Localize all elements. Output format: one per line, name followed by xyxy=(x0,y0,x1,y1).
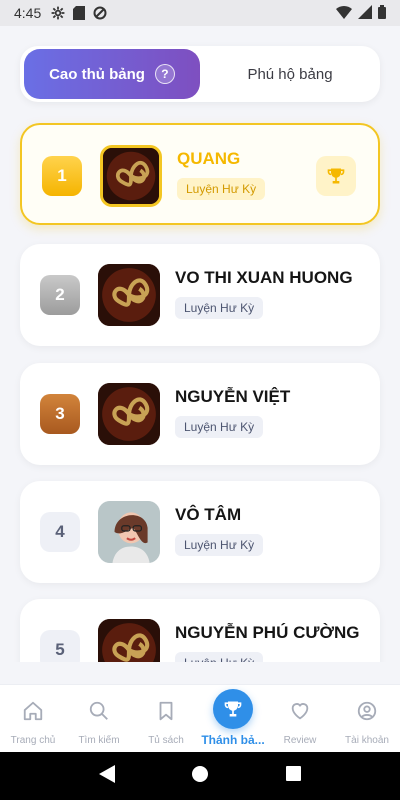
avatar xyxy=(98,264,160,326)
tab-phu-ho-bang[interactable]: Phú hộ bảng xyxy=(204,49,376,99)
sd-card-icon xyxy=(73,6,86,20)
nav-label: Trang chủ xyxy=(10,735,56,746)
ranking-card-1[interactable]: 1 QUANG Luyện Hư Kỳ xyxy=(20,123,380,225)
nav-account[interactable]: Tài khoản xyxy=(334,685,400,753)
trophy-icon xyxy=(316,156,356,196)
ranking-tabs: Cao thủ bảng ? Phú hộ bảng xyxy=(20,46,380,102)
home-icon xyxy=(22,699,44,723)
level-badge: Luyện Hư Kỳ xyxy=(175,416,264,438)
ranking-card-3[interactable]: 3 NGUYỄN VIỆT Luyện Hư Kỳ xyxy=(20,363,380,465)
sync-icon xyxy=(93,6,107,20)
trophy-icon xyxy=(213,689,253,729)
tab-label: Phú hộ bảng xyxy=(247,65,333,83)
help-icon[interactable]: ? xyxy=(154,64,175,84)
search-icon xyxy=(88,699,110,723)
avatar xyxy=(98,619,160,662)
rank-badge: 4 xyxy=(40,512,80,552)
settings-icon xyxy=(51,6,65,20)
nav-label: Thánh bả... xyxy=(201,733,265,747)
avatar xyxy=(98,501,160,563)
rank-badge: 1 xyxy=(42,156,82,196)
nav-label: Tìm kiếm xyxy=(78,735,120,746)
nav-review[interactable]: Review xyxy=(267,685,333,753)
ranking-card-5[interactable]: 5 NGUYỄN PHÚ CƯỜNG Luyện Hư Kỳ xyxy=(20,599,380,662)
level-badge: Luyện Hư Kỳ xyxy=(175,652,264,662)
ranking-card-4[interactable]: 4 VÔ TÂM Luyện Hư Kỳ xyxy=(20,481,380,583)
home-circle-icon[interactable] xyxy=(192,765,209,787)
bottom-nav: Trang chủ Tìm kiếm Tủ sách Thánh bả... R… xyxy=(0,684,400,752)
nav-label: Tài khoản xyxy=(345,735,389,746)
tab-cao-thu-bang[interactable]: Cao thủ bảng ? xyxy=(24,49,200,99)
tab-label: Cao thủ bảng xyxy=(49,65,145,83)
level-badge: Luyện Hư Kỳ xyxy=(175,534,264,556)
recents-icon[interactable] xyxy=(286,766,302,786)
level-badge: Luyện Hư Kỳ xyxy=(175,297,264,319)
battery-icon xyxy=(378,4,386,22)
ranking-screen: Cao thủ bảng ? Phú hộ bảng 1 QUANG Luyện… xyxy=(0,26,400,662)
nav-label: Review xyxy=(283,735,317,746)
rank-badge: 5 xyxy=(40,630,80,662)
account-icon xyxy=(356,699,378,723)
rank-badge: 3 xyxy=(40,394,80,434)
level-badge: Luyện Hư Kỳ xyxy=(177,178,266,200)
system-nav-bar xyxy=(0,752,400,800)
user-name: VÔ TÂM xyxy=(175,505,242,524)
status-time: 4:45 xyxy=(14,5,42,21)
nav-bookshelf[interactable]: Tủ sách xyxy=(133,685,199,753)
wifi-icon xyxy=(336,5,352,22)
nav-home[interactable]: Trang chủ xyxy=(0,685,66,753)
avatar xyxy=(98,383,160,445)
bookmark-icon xyxy=(155,699,177,723)
user-name: QUANG xyxy=(177,149,241,168)
heart-icon xyxy=(289,699,311,723)
nav-search[interactable]: Tìm kiếm xyxy=(66,685,132,753)
nav-ranking[interactable]: Thánh bả... xyxy=(200,685,266,753)
back-icon[interactable] xyxy=(98,764,115,788)
avatar xyxy=(100,145,162,207)
signal-icon xyxy=(358,4,372,22)
user-name: NGUYỄN PHÚ CƯỜNG xyxy=(175,623,360,642)
rank-badge: 2 xyxy=(40,275,80,315)
status-bar: 4:45 xyxy=(0,0,400,26)
user-name: VO THI XUAN HUONG xyxy=(175,268,353,287)
ranking-card-2[interactable]: 2 VO THI XUAN HUONG Luyện Hư Kỳ xyxy=(20,244,380,346)
user-name: NGUYỄN VIỆT xyxy=(175,387,291,406)
nav-label: Tủ sách xyxy=(148,735,184,746)
